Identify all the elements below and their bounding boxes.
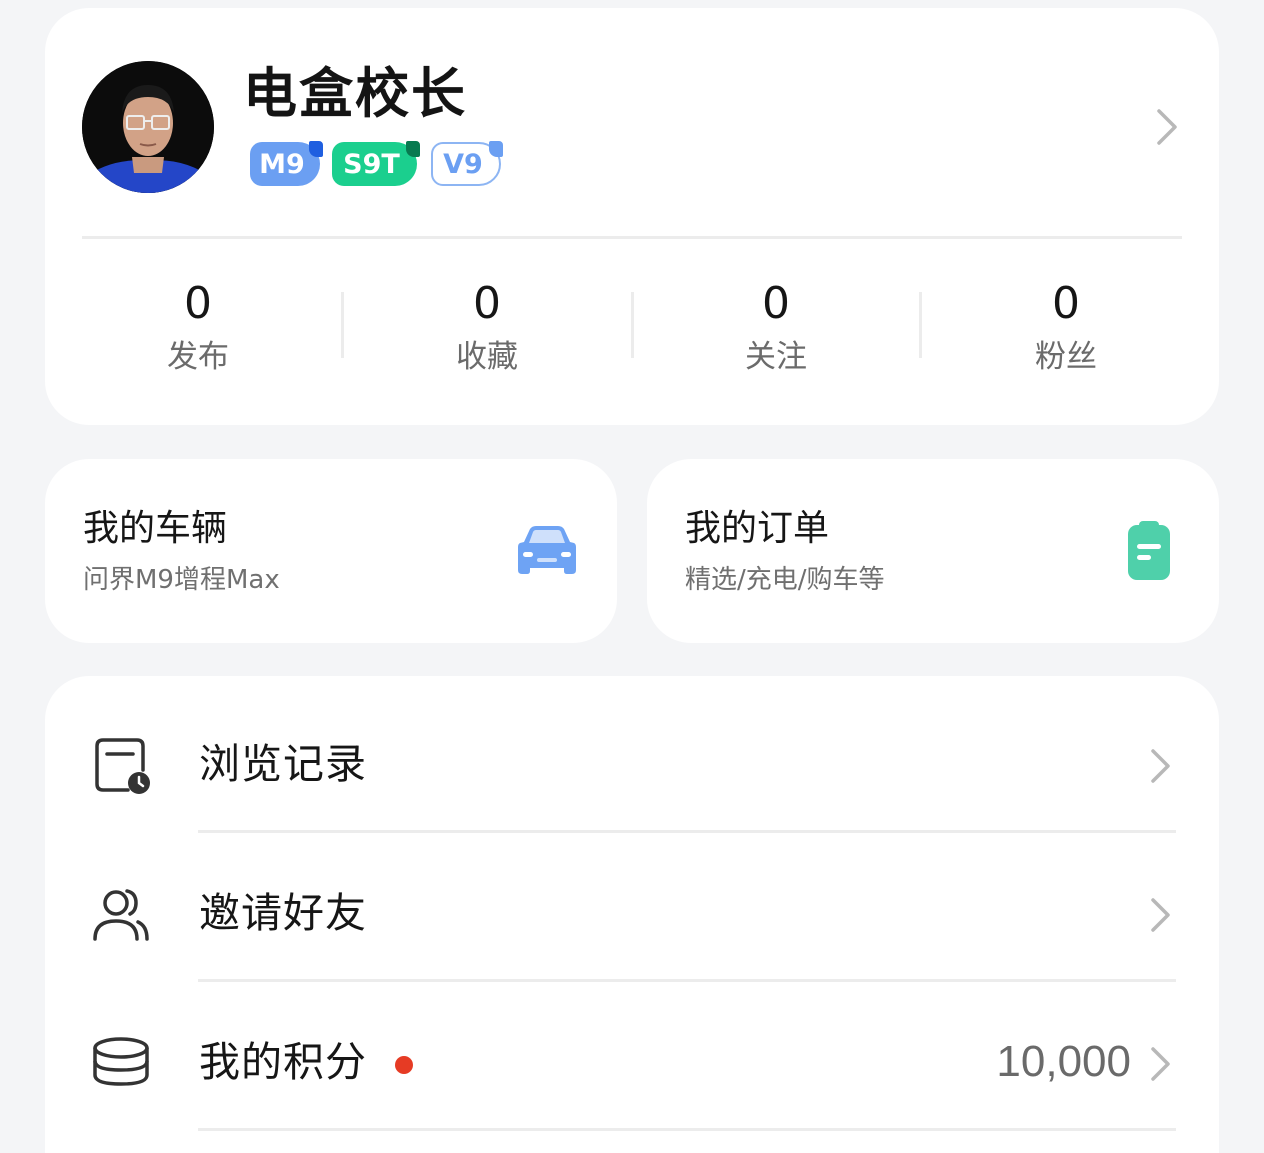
menu-list-card: 浏览记录 邀请好友 我的积分 10,000 xyxy=(45,676,1219,1153)
stat-value: 0 xyxy=(762,278,790,329)
chevron-right-icon xyxy=(1151,1047,1170,1081)
badge-m9: M9 xyxy=(250,141,323,186)
username: 电盒校长 xyxy=(243,62,467,125)
stat-label: 发布 xyxy=(167,339,229,375)
profile-card[interactable]: 电盒校长 M9 S9T V9 0 发布 0 收藏 0 关注 0 粉丝 xyxy=(45,8,1219,425)
menu-label: 浏览记录 xyxy=(199,740,367,788)
vehicle-title: 我的车辆 xyxy=(83,508,228,549)
stat-value: 0 xyxy=(1052,278,1080,329)
stat-fans[interactable]: 0 粉丝 xyxy=(966,276,1166,382)
stat-separator xyxy=(919,292,922,358)
menu-divider xyxy=(198,1128,1176,1131)
chevron-right-icon xyxy=(1151,749,1170,783)
vehicle-subtitle: 问界M9增程Max xyxy=(83,565,280,595)
badge-v9: V9 xyxy=(431,141,503,186)
menu-item-invite-friends[interactable]: 邀请好友 xyxy=(45,833,1219,982)
car-icon xyxy=(518,526,576,574)
stats-row: 0 发布 0 收藏 0 关注 0 粉丝 xyxy=(55,276,1209,386)
chevron-right-icon[interactable] xyxy=(1155,108,1179,146)
stat-following[interactable]: 0 关注 xyxy=(676,276,876,382)
points-coins-icon xyxy=(93,1037,149,1086)
stat-label: 关注 xyxy=(745,339,807,375)
my-vehicle-card[interactable]: 我的车辆 问界M9增程Max xyxy=(45,459,617,643)
menu-label: 邀请好友 xyxy=(199,889,367,937)
orders-subtitle: 精选/充电/购车等 xyxy=(685,565,885,595)
points-value: 10,000 xyxy=(996,1037,1131,1086)
stat-label: 收藏 xyxy=(456,339,518,375)
order-clipboard-icon xyxy=(1128,521,1170,580)
invite-friends-icon xyxy=(93,889,149,941)
menu-item-browse-history[interactable]: 浏览记录 xyxy=(45,684,1219,833)
badge-s9t: S9T xyxy=(332,141,420,186)
avatar[interactable] xyxy=(82,61,214,193)
orders-title: 我的订单 xyxy=(685,508,830,549)
stat-separator xyxy=(341,292,344,358)
stat-favorites[interactable]: 0 收藏 xyxy=(387,276,587,382)
stat-separator xyxy=(631,292,634,358)
notification-dot xyxy=(395,1056,413,1074)
my-orders-card[interactable]: 我的订单 精选/充电/购车等 xyxy=(647,459,1219,643)
history-icon xyxy=(95,738,150,794)
stat-value: 0 xyxy=(473,278,501,329)
stat-label: 粉丝 xyxy=(1035,339,1097,375)
stat-posts[interactable]: 0 发布 xyxy=(98,276,298,382)
menu-label: 我的积分 xyxy=(199,1038,367,1086)
menu-item-my-points[interactable]: 我的积分 10,000 xyxy=(45,982,1219,1131)
profile-divider xyxy=(82,236,1182,239)
chevron-right-icon xyxy=(1151,898,1170,932)
stat-value: 0 xyxy=(184,278,212,329)
